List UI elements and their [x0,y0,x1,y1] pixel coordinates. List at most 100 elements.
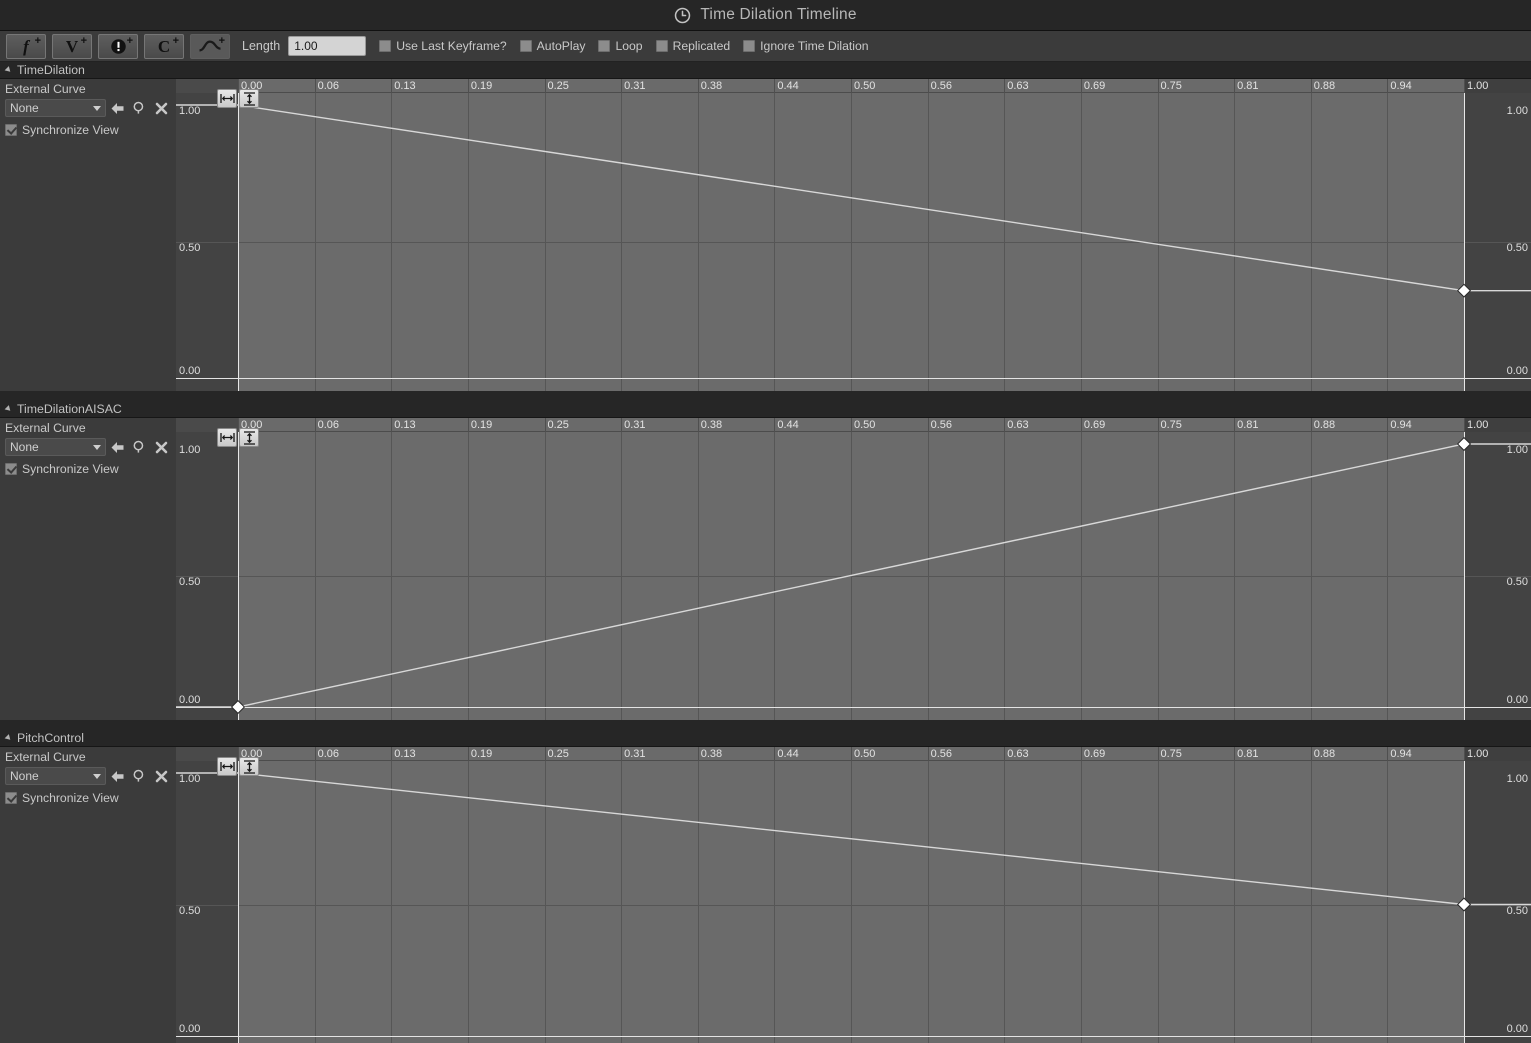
checkbox-label: Replicated [672,39,731,53]
add-vector-track-button[interactable]: V + [52,33,92,59]
ignore-time-dilation-checkbox[interactable]: Ignore Time Dilation [743,39,869,53]
ruler-tick-label: 0.25 [547,419,569,431]
plus-icon: + [172,34,179,47]
external-curve-select[interactable]: None [5,767,106,785]
external-curve-select[interactable]: None [5,438,106,456]
expander-triangle-icon[interactable] [4,66,13,74]
checkbox-label: Synchronize View [22,123,119,137]
expander-triangle-icon[interactable] [4,405,13,413]
use-selected-asset-button[interactable] [106,437,128,457]
ruler-tick-label: 0.75 [1160,419,1182,431]
page-title: Time Dilation Timeline [700,6,857,23]
browse-asset-button[interactable] [128,98,150,118]
checkbox-box [5,792,17,804]
length-label: Length [242,39,281,53]
curve-line [176,436,1531,715]
checkbox-label: Loop [615,39,643,53]
external-curve-select[interactable]: None [5,99,106,117]
add-event-track-button[interactable]: + [98,33,138,59]
plus-icon: + [218,34,225,47]
use-last-keyframe-checkbox[interactable]: Use Last Keyframe? [379,39,507,53]
checkbox-box [5,124,17,136]
curve-plot[interactable]: 1.00 1.00 0.50 0.50 0.00 0.00 [176,432,1531,720]
fit-vertical-button[interactable] [239,428,259,447]
plus-icon: + [80,34,87,47]
add-external-curve-track-button[interactable]: + [190,33,230,59]
add-float-track-button[interactable]: f + [6,33,46,59]
ruler-tick-label: 0.69 [1083,748,1106,760]
color-track-glyph: C [157,36,171,56]
time-ruler[interactable]: 0.00 0.06 0.13 0.19 0.25 0.31 0.38 0.44 0.50 0.56… [176,79,1531,93]
ruler-tick-label: 0.63 [1007,748,1029,760]
track-separator [0,720,1531,730]
checkbox-label: Synchronize View [22,791,119,805]
plus-icon: + [126,34,133,47]
ruler-tick-label: 0.88 [1313,748,1336,760]
browse-asset-button[interactable] [128,766,150,786]
replicated-checkbox[interactable]: Replicated [655,39,731,53]
synchronize-view-checkbox[interactable]: Synchronize View [5,123,176,137]
loop-checkbox[interactable]: Loop [598,39,643,53]
checkbox-label: Synchronize View [22,462,119,476]
time-ruler[interactable]: 0.00 0.06 0.13 0.19 0.25 0.31 0.38 0.44 0.50 0.56… [176,418,1531,432]
track-timedilation: TimeDilation External Curve None Synchroniz… [0,62,1531,391]
exclamation-circle-icon [110,38,126,54]
curve-line [176,104,1531,298]
expander-triangle-icon[interactable] [4,734,13,742]
clear-asset-button[interactable] [150,437,172,457]
track-graph[interactable]: 0.00 0.06 0.13 0.19 0.25 0.31 0.38 0.44 0.50 0.56… [176,418,1531,720]
track-controls: External Curve None Synchronize View [0,418,176,720]
ruler-tick-label: 0.56 [930,748,953,760]
curve-plot[interactable]: 1.00 1.00 0.50 0.50 0.00 0.00 [176,761,1531,1043]
external-curve-value: None [10,440,39,454]
synchronize-view-checkbox[interactable]: Synchronize View [5,462,176,476]
fit-vertical-button[interactable] [239,89,259,108]
clear-asset-button[interactable] [150,766,172,786]
ruler-tick-label: 0.38 [700,748,723,760]
ruler-tick-label: 0.19 [470,419,493,431]
ruler-tick-label: 0.81 [1237,80,1259,92]
track-title: TimeDilation [17,63,85,77]
time-ruler[interactable]: 0.00 0.06 0.13 0.19 0.25 0.31 0.38 0.44 0.50 0.56… [176,747,1531,761]
checkbox-box [5,463,17,475]
use-selected-asset-button[interactable] [106,98,128,118]
checkbox-label: Ignore Time Dilation [760,39,869,53]
ruler-tick-label: 0.56 [930,419,953,431]
synchronize-view-checkbox[interactable]: Synchronize View [5,791,176,805]
length-input[interactable] [288,36,367,56]
ruler-tick-label: 0.13 [394,419,416,431]
ruler-tick-label: 0.50 [854,419,876,431]
fit-horizontal-button[interactable] [217,89,237,108]
clear-asset-button[interactable] [150,98,172,118]
autoplay-checkbox[interactable]: AutoPlay [519,39,585,53]
clock-icon [675,7,691,23]
track-graph[interactable]: 0.00 0.06 0.13 0.19 0.25 0.31 0.38 0.44 0.50 0.56… [176,747,1531,1043]
track-header: PitchControl [0,730,1531,747]
fit-buttons [217,428,259,447]
checkbox-box [655,40,668,52]
browse-asset-button[interactable] [128,437,150,457]
ruler-tick-label: 0.13 [394,748,416,760]
fit-vertical-button[interactable] [239,757,259,776]
chevron-down-icon [93,773,101,779]
track-graph[interactable]: 0.00 0.06 0.13 0.19 0.25 0.31 0.38 0.44 0.50 0.56… [176,79,1531,391]
external-curve-value: None [10,101,39,115]
use-selected-asset-button[interactable] [106,766,128,786]
external-curve-label: External Curve [5,82,86,96]
fit-horizontal-button[interactable] [217,757,237,776]
ruler-tick-label: 1.00 [1467,419,1489,431]
curve-plot[interactable]: 1.00 1.00 0.50 0.50 0.00 0.00 [176,93,1531,391]
ruler-tick-label: 0.69 [1083,80,1106,92]
ruler-tick-label: 0.50 [854,80,876,92]
ruler-tick-label: 0.44 [777,80,799,92]
fit-horizontal-button[interactable] [217,428,237,447]
ruler-tick-label: 0.81 [1237,748,1259,760]
ruler-tick-label: 0.63 [1007,419,1029,431]
ruler-tick-label: 0.63 [1007,80,1029,92]
ruler-tick-label: 1.00 [1467,748,1489,760]
ruler-tick-label: 0.50 [854,748,876,760]
ruler-tick-label: 0.31 [624,748,646,760]
ruler-tick-label: 0.81 [1237,419,1259,431]
track-separator [0,391,1531,401]
add-color-track-button[interactable]: C + [144,33,184,59]
